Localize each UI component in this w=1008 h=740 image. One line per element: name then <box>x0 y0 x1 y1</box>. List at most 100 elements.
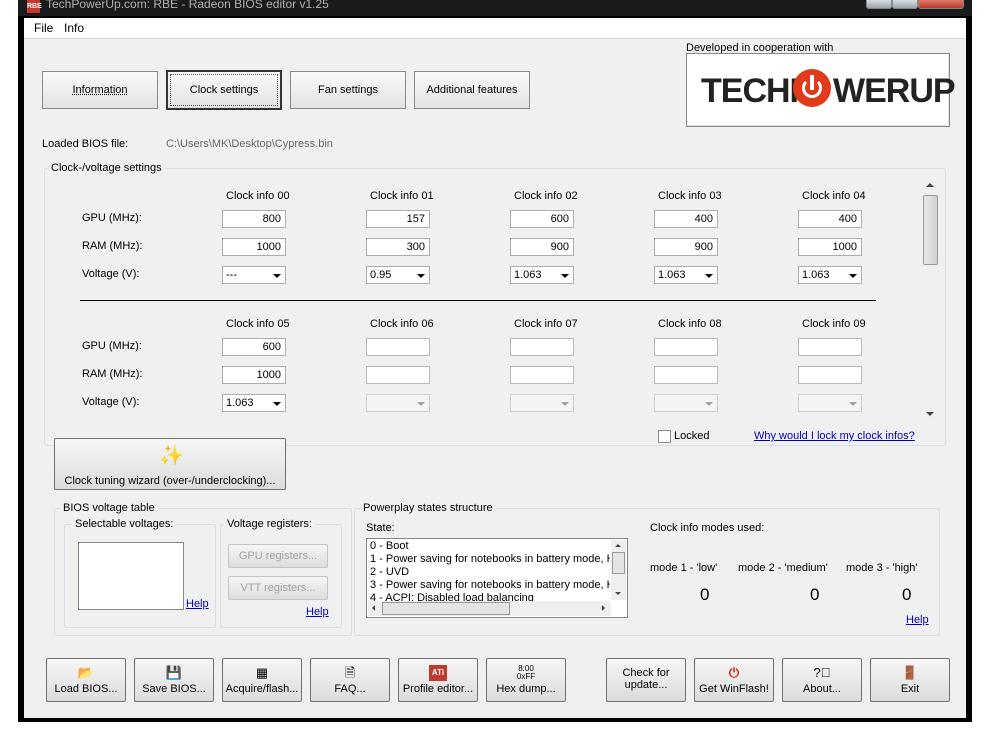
state-list-item[interactable]: 1 - Power saving for notebooks in batter… <box>370 553 610 566</box>
clock-voltage-group-title: Clock-/voltage settings <box>48 162 165 174</box>
state-list-vscroll[interactable] <box>611 540 626 600</box>
window-title: TechPowerUp.com: RBE - Radeon BIOS edito… <box>46 0 329 11</box>
scroll-up-icon[interactable] <box>615 544 621 547</box>
close-button[interactable] <box>918 0 964 9</box>
voltage-select[interactable] <box>366 394 430 412</box>
ram-clock-input[interactable]: 1000 <box>222 366 286 384</box>
scroll-down-icon[interactable] <box>615 592 621 595</box>
clock-info-header: Clock info 07 <box>514 318 578 330</box>
save-bios-button[interactable]: 💾 Save BIOS... <box>134 658 214 702</box>
state-list-item[interactable]: 3 - Power saving for notebooks in batter… <box>370 579 610 592</box>
voltage-select-value: --- <box>226 269 237 281</box>
ram-clock-input[interactable] <box>798 366 862 384</box>
check-update-label: Check for update... <box>622 667 670 691</box>
chevron-down-icon <box>849 274 857 278</box>
state-list-item[interactable]: 0 - Boot <box>370 540 610 553</box>
row-ram-label-0: RAM (MHz): <box>82 240 143 252</box>
lock-help-link[interactable]: Why would I lock my clock infos? <box>754 430 915 442</box>
chevron-down-icon <box>705 402 713 406</box>
faq-button[interactable]: 🗎 FAQ... <box>310 658 390 702</box>
voltage-select-value: 1.063 <box>658 269 686 281</box>
scroll-right-icon[interactable] <box>602 605 605 611</box>
state-list-hscroll[interactable] <box>368 601 611 616</box>
voltage-select[interactable] <box>654 394 718 412</box>
exit-button[interactable]: 🚪 Exit <box>870 658 950 702</box>
voltage-select[interactable]: 1.063 <box>798 266 862 284</box>
techpowerup-logo[interactable]: TECHP WERUP <box>686 53 956 127</box>
gpu-clock-input[interactable]: 600 <box>222 338 286 356</box>
voltage-select[interactable] <box>510 394 574 412</box>
gpu-clock-input[interactable] <box>654 338 718 356</box>
clock-tuning-wizard-button[interactable]: ✨ Clock tuning wizard (over-/underclocki… <box>54 438 286 490</box>
locked-checkbox[interactable] <box>658 430 671 443</box>
chevron-down-icon <box>273 402 281 406</box>
check-update-button[interactable]: Check for update... <box>606 658 686 702</box>
exit-door-icon: 🚪 <box>901 665 919 680</box>
row-voltage-label-0: Voltage (V): <box>82 268 140 280</box>
voltage-select[interactable]: 1.063 <box>222 394 286 412</box>
tab-fan-settings[interactable]: Fan settings <box>290 71 406 109</box>
gpu-clock-input[interactable] <box>510 338 574 356</box>
get-winflash-button[interactable]: ⏻ Get WinFlash! <box>694 658 774 702</box>
ram-clock-input[interactable] <box>366 366 430 384</box>
scroll-up-icon[interactable] <box>926 183 934 187</box>
ram-clock-input[interactable]: 1000 <box>798 238 862 256</box>
gpu-clock-input[interactable] <box>366 338 430 356</box>
voltage-select[interactable]: 1.063 <box>510 266 574 284</box>
selectable-voltages-list[interactable] <box>78 542 184 610</box>
minimize-button[interactable] <box>866 0 892 9</box>
menu-file[interactable]: File <box>34 21 53 35</box>
ram-clock-input[interactable]: 300 <box>366 238 430 256</box>
voltage-select[interactable]: 0.95 <box>366 266 430 284</box>
scroll-left-icon[interactable] <box>372 605 375 611</box>
title-bar: RBE TechPowerUp.com: RBE - Radeon BIOS e… <box>18 0 972 16</box>
scroll-thumb[interactable] <box>923 195 938 265</box>
maximize-button[interactable] <box>892 0 918 9</box>
chevron-down-icon <box>273 274 281 278</box>
profile-editor-button[interactable]: ATi Profile editor... <box>398 658 478 702</box>
registers-help-link[interactable]: Help <box>306 606 329 618</box>
ram-clock-input[interactable]: 1000 <box>222 238 286 256</box>
load-bios-button[interactable]: 📂 Load BIOS... <box>46 658 126 702</box>
voltage-select[interactable] <box>798 394 862 412</box>
powerplay-help-link[interactable]: Help <box>906 614 929 626</box>
about-button[interactable]: ?⃝ About... <box>782 658 862 702</box>
chevron-down-icon <box>417 402 425 406</box>
acquire-flash-button[interactable]: ▦ Acquire/flash... <box>222 658 302 702</box>
bios-file-label: Loaded BIOS file: <box>42 138 129 150</box>
scroll-thumb[interactable] <box>382 602 510 615</box>
hex-dump-button[interactable]: 8:00 0xFF Hex dump... <box>486 658 566 702</box>
gpu-clock-input[interactable]: 600 <box>510 210 574 228</box>
scroll-down-icon[interactable] <box>926 412 934 416</box>
vtt-registers-button[interactable]: VTT registers... <box>228 576 328 600</box>
tab-information[interactable]: Information <box>42 71 158 109</box>
gpu-clock-input[interactable]: 157 <box>366 210 430 228</box>
gpu-registers-button[interactable]: GPU registers... <box>228 544 328 568</box>
document-icon: 🗎 <box>344 665 356 680</box>
scroll-thumb[interactable] <box>612 552 625 574</box>
clock-scrollbar[interactable] <box>922 180 938 420</box>
voltage-select[interactable]: --- <box>222 266 286 284</box>
gpu-clock-input[interactable]: 400 <box>798 210 862 228</box>
menu-info[interactable]: Info <box>64 21 84 35</box>
voltage-help-link[interactable]: Help <box>186 598 209 610</box>
voltage-registers-label: Voltage registers: <box>224 518 315 530</box>
tab-clock-settings[interactable]: Clock settings <box>166 70 282 110</box>
voltage-select[interactable]: 1.063 <box>654 266 718 284</box>
ram-clock-input[interactable]: 900 <box>510 238 574 256</box>
ram-clock-input[interactable] <box>510 366 574 384</box>
bios-file-path: C:\Users\MK\Desktop\Cypress.bin <box>166 138 333 150</box>
state-list-item[interactable]: 2 - UVD <box>370 566 610 579</box>
voltage-select-value: 1.063 <box>514 269 542 281</box>
ram-clock-input[interactable]: 900 <box>654 238 718 256</box>
gpu-clock-input[interactable]: 400 <box>654 210 718 228</box>
chevron-down-icon <box>561 274 569 278</box>
gpu-clock-input[interactable]: 800 <box>222 210 286 228</box>
clock-info-header: Clock info 01 <box>370 190 434 202</box>
gpu-clock-input[interactable] <box>798 338 862 356</box>
powerplay-state-list[interactable]: 0 - Boot 1 - Power saving for notebooks i… <box>366 538 628 618</box>
menu-bar: File Info <box>24 18 966 39</box>
tab-additional-features[interactable]: Additional features <box>414 71 530 109</box>
ram-clock-input[interactable] <box>654 366 718 384</box>
chevron-down-icon <box>417 274 425 278</box>
